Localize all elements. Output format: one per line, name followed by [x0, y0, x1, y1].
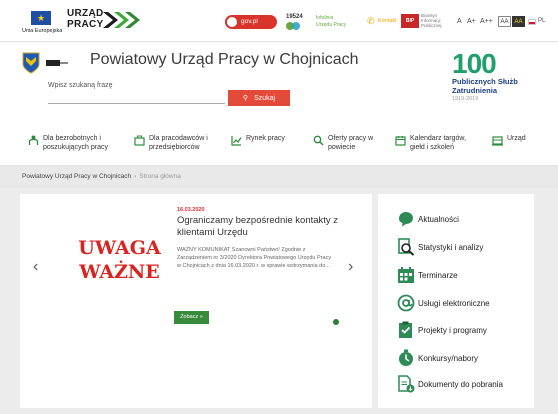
quick-link-label: Terminarze	[418, 270, 458, 280]
search-icon: ⚲	[242, 95, 249, 102]
eu-flag-icon: ★	[31, 11, 51, 25]
nav-item-office[interactable]: Urząd	[492, 134, 526, 146]
search-input[interactable]	[48, 90, 225, 104]
nav-label: poszukujących pracy	[43, 144, 108, 151]
slide-title[interactable]: Ograniczamy bezpośrednie kontakty z klie…	[177, 215, 352, 239]
calendar-icon	[398, 267, 414, 283]
main-nav: Dla bezrobotnych i poszukujących pracy D…	[0, 124, 558, 166]
slide-image-text-1: UWAGA	[78, 237, 161, 259]
slider-prev-button[interactable]: ‹	[33, 258, 38, 276]
quick-link-statistics[interactable]: Statystyki i analizy	[397, 238, 483, 256]
gov-emblem-icon	[227, 17, 237, 27]
quick-link-label: Aktualności	[418, 214, 459, 224]
nav-label: Oferty pracy w	[328, 135, 374, 142]
font-size-xlarge[interactable]: A++	[480, 18, 493, 25]
nav-label: Urząd	[507, 135, 526, 142]
bip-logo[interactable]: BIP	[401, 14, 419, 28]
breadcrumb-current: Strona główna	[139, 173, 181, 180]
bip-text[interactable]: Biuletyn Informacji Publicznej	[421, 13, 442, 28]
bip-text-line: Publicznej	[421, 23, 442, 28]
document-icon	[398, 375, 415, 393]
gov-label: gov.pl	[241, 18, 258, 25]
nav-label: powiecie	[328, 144, 356, 151]
quick-link-label: Usługi elektroniczne	[418, 298, 490, 308]
quick-link-schedules[interactable]: Terminarze	[397, 266, 458, 284]
urzad-pracy-logo[interactable]: URZĄD PRACY	[67, 8, 104, 30]
nav-item-job-offers[interactable]: Oferty pracy w powiecie	[313, 134, 373, 152]
quick-link-documents[interactable]: Dokumenty do pobrania	[397, 375, 503, 393]
breadcrumb-separator: ›	[134, 173, 137, 180]
quick-links-panel: Aktualności Statystyki i analizy Termina…	[378, 194, 534, 408]
nav-label: Kalendarz targów,	[410, 135, 467, 142]
search-icon	[313, 135, 324, 146]
nav-item-employers[interactable]: Dla pracodawców i przedsiębiorców	[134, 134, 208, 152]
slide-more-button[interactable]: Zobacz »	[174, 311, 209, 324]
anniversary-years: 1919-2019	[452, 96, 479, 102]
infolinia-text-2: Urzędu Pracy	[316, 22, 347, 28]
at-icon	[397, 294, 415, 312]
chart-icon	[231, 136, 242, 146]
top-bar: ★ Unia Europejska URZĄD PRACY gov.pl 195…	[0, 0, 558, 42]
infolinia-logo-icon	[286, 22, 300, 30]
anniversary-number: 100	[452, 48, 497, 79]
language-select[interactable]: PL	[538, 18, 545, 24]
news-slider: ‹ UWAGA WAŻNE 16.03.2020 Ograniczamy bez…	[20, 194, 372, 408]
building-icon	[492, 136, 503, 146]
slide-excerpt: WAŻNY KOMUNIKAT Szanowni Państwo! Zgodni…	[177, 247, 332, 269]
statistics-icon	[398, 238, 415, 256]
slide-image-text-2: WAŻNE	[79, 261, 160, 283]
contact-link[interactable]: Kontakt	[378, 18, 397, 24]
header: Powiatowy Urząd Pracy w Chojnicach Wpisz…	[0, 42, 558, 124]
person-icon	[28, 135, 39, 145]
phone-icon[interactable]: ✆	[367, 16, 375, 27]
logo-emblem-icon	[46, 60, 68, 66]
search-button[interactable]: ⚲ Szukaj	[228, 90, 290, 106]
infolinia-text-1: Infolinia	[316, 15, 334, 21]
nav-label: Dla bezrobotnych i	[43, 135, 101, 142]
news-icon	[399, 212, 413, 227]
infolinia-number: 19524	[286, 14, 303, 20]
eu-label: Unia Europejska	[22, 28, 63, 34]
quick-link-label: Konkursy/nabory	[418, 353, 479, 363]
slide-image[interactable]: UWAGA WAŻNE	[72, 236, 167, 284]
quick-link-label: Statystyki i analizy	[418, 242, 484, 252]
anniversary-line-2: Zatrudnienia	[452, 85, 498, 95]
quick-link-projects[interactable]: Projekty i programy	[397, 321, 487, 339]
nav-item-unemployed[interactable]: Dla bezrobotnych i poszukujących pracy	[28, 134, 108, 152]
page-title[interactable]: Powiatowy Urząd Pracy w Chojnicach	[90, 51, 359, 69]
logo-line-2: PRACY	[67, 19, 104, 30]
poland-flag-icon	[528, 19, 536, 25]
slider-dot[interactable]	[333, 319, 339, 325]
calendar-icon	[395, 136, 406, 146]
coat-of-arms-icon	[22, 52, 40, 74]
nav-label: Dla pracodawców i	[149, 135, 208, 142]
nav-label: giełd i szkoleń	[410, 144, 454, 151]
anniversary-logo[interactable]: 100 Publicznych Służb Zatrudnienia 1919-…	[452, 50, 518, 103]
contrast-normal-button[interactable]: AA	[498, 16, 511, 27]
search-label: Wpisz szukaną frazę	[48, 82, 113, 89]
quick-link-label: Dokumenty do pobrania	[418, 379, 503, 389]
nav-label: przedsiębiorców	[149, 144, 200, 151]
nav-item-calendar[interactable]: Kalendarz targów, giełd i szkoleń	[395, 134, 466, 152]
nav-item-labour-market[interactable]: Rynek pracy	[231, 134, 285, 146]
breadcrumb-home-link[interactable]: Powiatowy Urząd Pracy w Chojnicach	[22, 173, 131, 180]
quick-link-news[interactable]: Aktualności	[397, 210, 459, 228]
font-size-normal[interactable]: A	[457, 18, 462, 25]
clipboard-icon	[399, 321, 412, 338]
font-size-large[interactable]: A+	[467, 18, 476, 25]
briefcase-icon	[134, 135, 145, 146]
slide-date: 16.03.2020	[177, 207, 205, 213]
urzad-pracy-arrows-icon	[103, 12, 140, 28]
breadcrumb: Powiatowy Urząd Pracy w Chojnicach › Stron…	[0, 166, 558, 188]
logo-line-1: URZĄD	[67, 8, 104, 19]
quick-link-competitions[interactable]: Konkursy/nabory	[397, 349, 478, 367]
search-button-label: Szukaj	[254, 94, 276, 102]
quick-link-e-services[interactable]: Usługi elektroniczne	[397, 294, 490, 312]
quick-link-label: Projekty i programy	[418, 325, 487, 335]
nav-label: Rynek pracy	[246, 135, 285, 142]
timer-icon	[399, 349, 413, 366]
gov-pl-link[interactable]: gov.pl	[225, 15, 277, 29]
contrast-high-button[interactable]: AA	[512, 16, 525, 27]
slider-next-button[interactable]: ›	[348, 258, 353, 276]
